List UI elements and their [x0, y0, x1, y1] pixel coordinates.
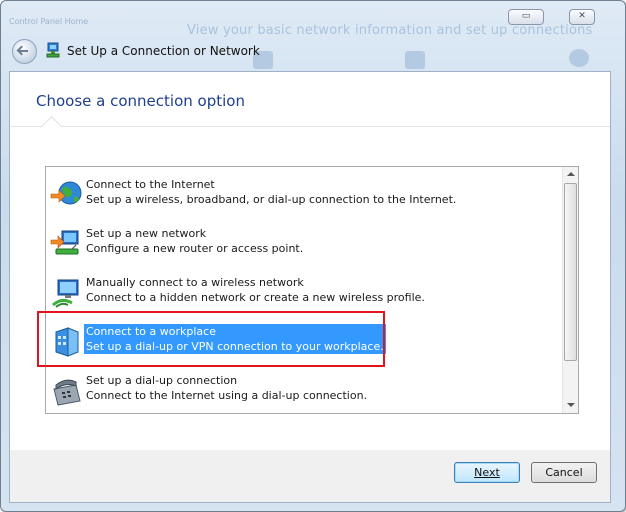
header-notch: [40, 115, 63, 138]
window-title: Set Up a Connection or Network: [67, 44, 260, 58]
scroll-thumb[interactable]: [564, 183, 577, 361]
next-button[interactable]: Next: [454, 462, 520, 483]
option-title: Set up a dial-up connection: [86, 374, 238, 387]
option-connect-internet[interactable]: Connect to the Internet Set up a wireles…: [46, 171, 564, 217]
scroll-down-arrow-icon[interactable]: [564, 398, 577, 412]
background-window-title: View your basic network information and …: [187, 23, 593, 38]
highlight-box: [37, 311, 385, 367]
option-title: Manually connect to a wireless network: [86, 276, 304, 289]
option-description: Connect to the Internet using a dial-up …: [86, 389, 368, 402]
scroll-up-arrow-icon[interactable]: [564, 168, 577, 182]
background-globe-icon: [569, 49, 589, 67]
option-description: Connect to a hidden network or create a …: [86, 291, 425, 304]
option-new-network[interactable]: Set up a new network Configure a new rou…: [46, 220, 564, 266]
wireless-icon: [52, 279, 79, 308]
option-description: Configure a new router or access point.: [86, 242, 304, 255]
option-dial-up[interactable]: Set up a dial-up connection Connect to t…: [46, 367, 564, 413]
page-heading: Choose a connection option: [36, 92, 245, 110]
connection-options-list[interactable]: Connect to the Internet Set up a wireles…: [37, 166, 579, 414]
content-panel: Choose a connection option Connect to th…: [10, 72, 610, 450]
network-setup-icon: [46, 42, 60, 58]
router-icon: [50, 230, 79, 255]
dialog-window: View your basic network information and …: [0, 0, 626, 512]
list-scrollbar[interactable]: [562, 167, 578, 413]
next-button-label: Next: [474, 466, 500, 479]
header-divider: [10, 126, 610, 127]
globe-icon: [50, 181, 82, 205]
option-description: Set up a wireless, broadband, or dial-up…: [86, 193, 457, 206]
background-sidebar-link: Control Panel Home: [9, 17, 89, 26]
option-title: Set up a new network: [86, 227, 207, 240]
option-manual-wireless[interactable]: Manually connect to a wireless network C…: [46, 269, 564, 315]
option-title: Connect to the Internet: [86, 178, 215, 191]
close-button[interactable]: ✕: [569, 9, 595, 25]
phone-icon: [53, 379, 81, 406]
background-network-icon: [405, 51, 425, 69]
back-button[interactable]: [12, 39, 37, 64]
cancel-button[interactable]: Cancel: [531, 462, 597, 483]
wizard-content: Choose a connection option Connect to th…: [9, 71, 611, 503]
minimize-button[interactable]: ▭: [508, 9, 544, 25]
